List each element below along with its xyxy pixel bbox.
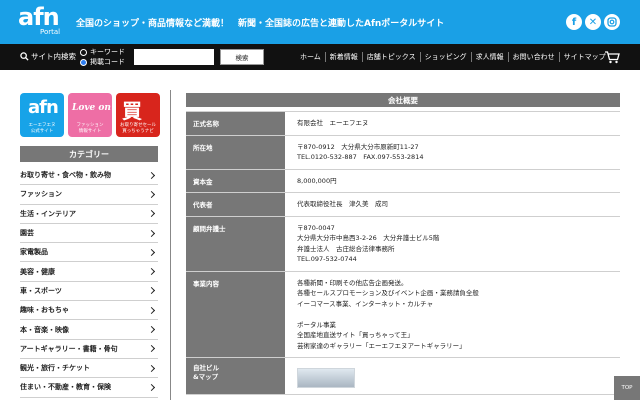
category-item[interactable]: 家電製品 [20,243,158,263]
search-button[interactable]: 検索 [220,49,264,65]
logo-sub: Portal [40,28,61,36]
row-label: 事業内容 [186,271,285,357]
chevron-right-icon [147,287,156,295]
sidebar-banners: afn エーエフエヌ 公式サイト Love on ファッション 情報サイト 買 … [20,93,160,137]
banner-caption: ファッション 情報サイト [76,123,104,134]
chevron-right-icon [147,171,156,179]
nav-shopping[interactable]: ショッピング [419,52,471,62]
banner-fashion[interactable]: Love on ファッション 情報サイト [68,93,112,137]
row-value: 〒870-0912 大分県大分市原新町11-27 TEL.0120-532-88… [297,142,424,162]
x-icon[interactable]: ✕ [585,14,601,30]
back-to-top-button[interactable]: TOP [614,376,640,400]
chevron-right-icon [147,345,156,353]
row-label: 自社ビル &マップ [186,358,285,394]
category-item[interactable]: 趣味・おもちゃ [20,301,158,321]
chevron-right-icon [147,306,156,314]
logo-text: afn [18,3,60,31]
chevron-right-icon [147,248,156,256]
category-item[interactable]: 観光・旅行・チケット [20,359,158,379]
search-input[interactable] [134,49,214,65]
afn-logo[interactable]: afn Portal [18,3,61,38]
banner-afn-official[interactable]: afn エーエフエヌ 公式サイト [20,93,64,137]
nav-home[interactable]: ホーム [296,52,325,62]
instagram-icon[interactable] [604,14,620,30]
search-icon [20,52,29,61]
table-row: 所在地 〒870-0912 大分県大分市原新町11-27 TEL.0120-53… [186,135,620,170]
building-photo [297,368,355,388]
company-info-table: 正式名称 有限会社 エーエフエヌ 所在地 〒870-0912 大分県大分市原新町… [186,111,620,395]
main-nav: ホーム 新着情報 店舗トピックス ショッピング 求人情報 お問い合わせ サイトマ… [296,44,610,70]
search-mode-radios: キーワード 掲載コード [80,47,125,67]
category-item[interactable]: ファッション [20,185,158,205]
row-value: 8,000,000円 [297,176,337,185]
row-value [285,358,620,394]
banner-mark: afn [28,97,59,118]
row-label: 資本金 [186,169,285,192]
chevron-right-icon [147,210,156,218]
row-label: 顧問弁護士 [186,216,285,271]
radio-code[interactable]: 掲載コード [80,57,125,67]
radio-keyword[interactable]: キーワード [80,47,125,57]
category-item[interactable]: 本・音楽・映像 [20,320,158,340]
nav-news[interactable]: 新着情報 [324,52,362,62]
banner-mark: 買 [122,99,142,123]
row-value: 有限会社 エーエフエヌ [297,119,369,127]
row-value: 代表取締役社長 津久美 成司 [297,200,388,208]
nav-jobs[interactable]: 求人情報 [470,52,508,62]
column-divider [170,90,171,400]
nav-contact[interactable]: お問い合わせ [507,52,559,62]
category-item[interactable]: 車・スポーツ [20,282,158,302]
row-label: 代表者 [186,193,285,216]
table-row: 正式名称 有限会社 エーエフエヌ [186,112,620,136]
cart-icon[interactable] [604,50,620,64]
chevron-right-icon [147,268,156,276]
page-title: 会社概要 [186,93,620,107]
banner-caption: お取り寄せセール 買っちゃうナビ [120,123,156,134]
category-item[interactable]: アートギャラリー・書籍・骨句 [20,340,158,359]
row-label: 正式名称 [186,112,285,135]
table-row: 事業内容 各種新聞・印刷その他広告企画発送。 各種セールスプロモーション及びイベ… [186,271,620,358]
chevron-right-icon [147,383,156,391]
row-label: 所在地 [186,135,285,169]
category-list: お取り寄せ・食べ物・飲み物 ファッション 生活・インテリア 園芸 家電製品 美容… [20,166,158,398]
table-row: 顧問弁護士 〒870-0047 大分県大分市中島西3-2-26 大分弁護士ビル5… [186,216,620,272]
banner-kacchau-navi[interactable]: 買 お取り寄せセール 買っちゃうナビ [116,93,160,137]
radio-dot-icon [80,48,87,56]
table-row: 自社ビル &マップ [186,358,620,395]
category-item[interactable]: 園芸 [20,224,158,244]
row-value: 各種新聞・印刷その他広告企画発送。 各種セールスプロモーション及びイベント企画・… [297,278,479,350]
banner-caption: エーエフエヌ 公式サイト [28,123,56,134]
chevron-right-icon [147,364,156,372]
chevron-right-icon [147,325,156,334]
category-item[interactable]: 住まい・不動産・教育・保険 [20,378,158,398]
chevron-right-icon [147,229,156,237]
chevron-right-icon [147,190,156,198]
table-row: 代表者 代表取締役社長 津久美 成司 [186,193,620,217]
category-item[interactable]: お取り寄せ・食べ物・飲み物 [20,166,158,186]
category-item[interactable]: 美容・健康 [20,262,158,282]
table-row: 資本金 8,000,000円 [186,169,620,193]
category-item[interactable]: 生活・インテリア [20,205,158,224]
facebook-icon[interactable]: f [566,14,582,30]
nav-sitemap[interactable]: サイトマップ [558,52,610,62]
nav-bar: サイト内検索 キーワード 掲載コード 検索 ホーム 新着情報 店舗トピックス シ… [0,44,640,70]
category-heading: カテゴリー [20,146,158,162]
top-bar: afn Portal 全国のショップ・商品情報など満載！ 新聞・全国誌の広告と連… [0,0,640,44]
banner-mark: Love on [72,103,111,113]
nav-store-topics[interactable]: 店舗トピックス [361,52,420,62]
tagline: 全国のショップ・商品情報など満載！ 新聞・全国誌の広告と連動したAfnポータルサ… [76,19,445,29]
site-search-label: サイト内検索 [20,51,76,62]
row-value: 〒870-0047 大分県大分市中島西3-2-26 大分弁護士ビル5階 弁護士法… [297,223,440,264]
radio-dot-selected-icon [80,58,87,66]
